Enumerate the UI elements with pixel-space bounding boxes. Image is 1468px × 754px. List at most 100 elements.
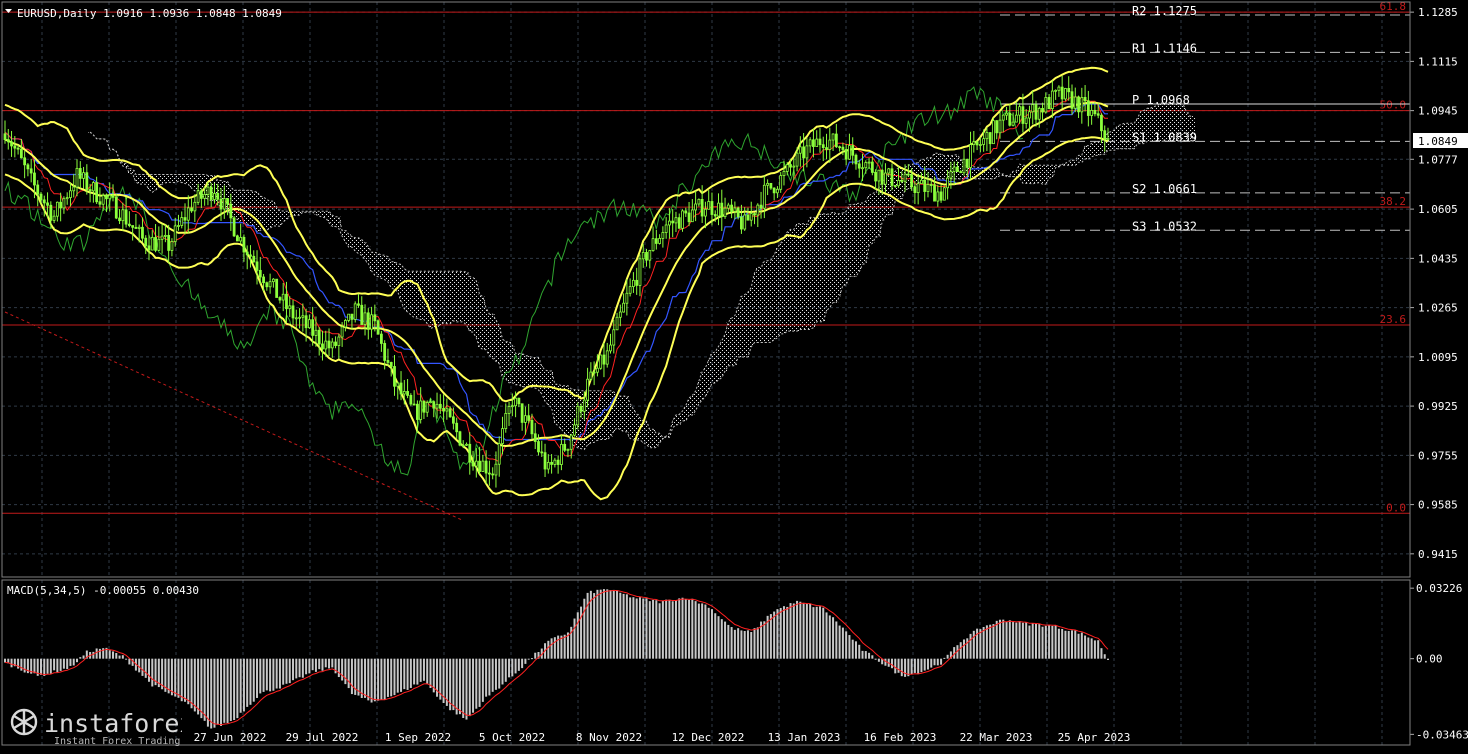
kumo-segment <box>527 356 531 388</box>
macd-bar <box>347 658 350 689</box>
macd-bar <box>259 658 262 694</box>
candle-body <box>471 461 475 467</box>
candle-body <box>95 182 99 203</box>
candle-body <box>88 189 92 192</box>
macd-bar <box>125 658 128 660</box>
macd-bar <box>1028 625 1031 659</box>
macd-bar <box>1067 630 1070 659</box>
candle-body <box>933 184 936 202</box>
candle-body <box>442 407 445 412</box>
candle-body <box>687 212 691 223</box>
kumo-segment <box>180 174 184 183</box>
kumo-segment <box>1139 111 1143 144</box>
x-tick-label: 8 Nov 2022 <box>576 731 642 744</box>
macd-bar <box>946 654 949 659</box>
candle-body <box>553 459 557 465</box>
macd-bar <box>1005 621 1008 659</box>
candle-body <box>1001 114 1005 121</box>
macd-bar <box>622 593 625 659</box>
candle-body <box>422 400 426 413</box>
kumo-segment <box>163 174 168 183</box>
kumo-segment <box>389 261 394 288</box>
macd-bar <box>344 658 347 685</box>
macd-bar <box>475 658 478 709</box>
candle-body <box>972 141 976 145</box>
macd-bar <box>1057 628 1060 659</box>
macd-bar <box>472 658 475 713</box>
candle-body <box>193 201 197 212</box>
macd-bar <box>400 658 403 692</box>
candle-body <box>448 408 452 418</box>
candle-body <box>920 179 923 184</box>
macd-bar <box>252 658 255 702</box>
kumo-segment <box>998 173 1002 176</box>
candle-body <box>717 202 720 217</box>
macd-bar <box>668 599 671 659</box>
candle-body <box>618 311 622 318</box>
macd-bar <box>416 658 419 685</box>
candle-body <box>507 406 511 414</box>
candle-body <box>978 144 982 146</box>
y-tick-label: 0.9585 <box>1418 499 1458 512</box>
kumo-segment <box>373 252 377 276</box>
candle-body <box>55 201 59 217</box>
kumo-segment <box>546 370 551 405</box>
senkou-a-line <box>89 101 1194 451</box>
pivot-label: R1 1.1146 <box>1132 41 1197 55</box>
macd-bar <box>282 658 285 685</box>
macd-bar <box>1041 626 1044 659</box>
macd-bar <box>481 658 484 702</box>
kumo-segment <box>870 193 875 244</box>
candle-body <box>573 424 576 436</box>
macd-bar <box>936 658 939 666</box>
macd-bar <box>1077 633 1080 659</box>
kumo-segment <box>559 385 564 430</box>
kumo-segment <box>821 213 826 322</box>
candle-body <box>285 293 288 310</box>
kumo-segment <box>412 271 417 318</box>
candle-body <box>29 168 33 174</box>
macd-bar <box>62 658 65 669</box>
macd-bar <box>43 658 46 676</box>
candle-body <box>700 199 704 217</box>
candlesticks <box>3 75 1110 488</box>
candle-body <box>478 460 481 472</box>
candle-body <box>23 157 27 166</box>
candle-body <box>514 397 517 407</box>
macd-bar <box>314 658 317 672</box>
kumo-segment <box>173 174 178 183</box>
kumo-segment <box>500 339 505 379</box>
candle-body <box>645 251 648 261</box>
kumo-segment <box>765 260 770 343</box>
macd-bar <box>76 658 79 663</box>
candle-body <box>949 171 953 179</box>
macd-bar <box>661 600 664 659</box>
kumo-segment <box>265 199 269 231</box>
macd-bar <box>1034 623 1037 659</box>
price-panel-frame <box>1 1 1411 578</box>
kumo-segment <box>1142 110 1146 144</box>
kumo-segment <box>798 223 803 330</box>
macd-bar <box>1054 625 1057 659</box>
candle-body <box>596 367 599 373</box>
candle-body <box>903 173 907 182</box>
macd-bar <box>576 612 579 659</box>
kumo-segment <box>428 271 433 329</box>
candle-body <box>517 397 521 405</box>
macd-bar <box>275 658 278 689</box>
macd-bar <box>648 601 651 659</box>
candle-body <box>386 360 390 363</box>
macd-bar <box>112 651 115 659</box>
macd-bar <box>318 658 321 670</box>
macd-bar <box>98 648 101 659</box>
kumo-segment <box>1119 124 1124 149</box>
kumo-segment <box>455 271 459 322</box>
candle-body <box>654 238 658 244</box>
kumo-segment <box>618 396 623 430</box>
macd-bar <box>586 592 589 659</box>
candle-body <box>147 245 151 251</box>
candle-body <box>494 463 498 476</box>
macd-bar <box>832 617 835 659</box>
candle-body <box>723 207 727 217</box>
y-tick-label: 1.1285 <box>1418 6 1458 19</box>
